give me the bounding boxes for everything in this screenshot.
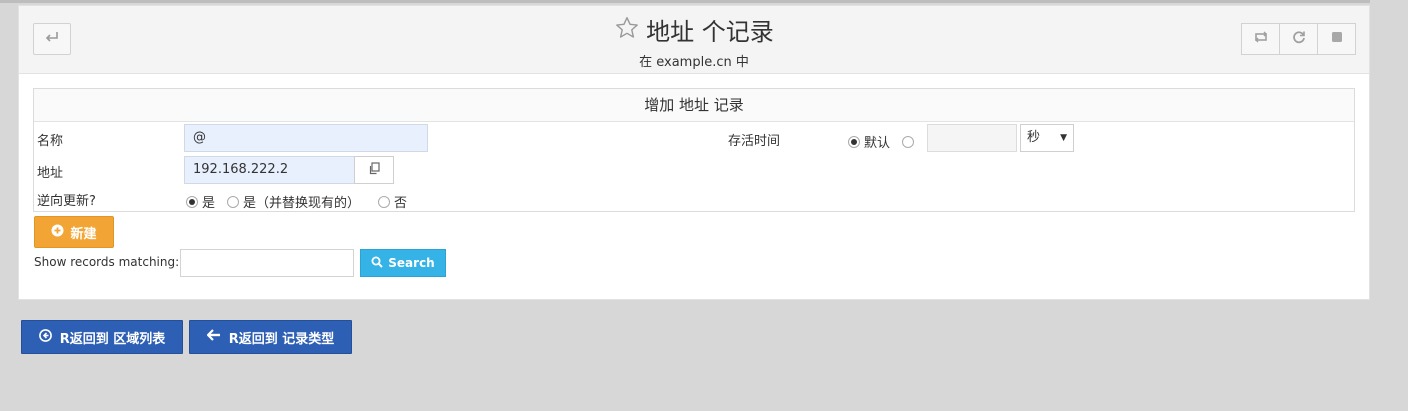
main-panel: 地址 个记录 在 example.cn 中 增加 地址 记录 名称 @ 地址 1… [18, 5, 1370, 300]
ttl-options: 默认 [848, 132, 915, 151]
page-subtitle: 在 example.cn 中 [639, 55, 749, 70]
name-input[interactable]: @ [184, 124, 428, 152]
ttl-custom-radio[interactable] [902, 135, 915, 148]
back-to-record-types-button[interactable]: R返回到 记录类型 [189, 320, 352, 354]
search-input[interactable] [180, 249, 354, 277]
top-strip [0, 0, 1370, 3]
show-matching-label: Show records matching: [34, 255, 180, 269]
copy-icon [368, 161, 381, 179]
reverse-replace-label: 是（并替换现有的） [243, 196, 361, 211]
reverse-yes-label: 是 [202, 196, 216, 211]
address-input[interactable]: 192.168.222.2 [184, 156, 356, 184]
page-title-block: 地址 个记录 在 example.cn 中 [19, 15, 1369, 70]
ttl-input[interactable] [927, 124, 1017, 152]
copy-address-button[interactable] [354, 156, 394, 184]
search-icon [371, 256, 383, 271]
address-label: 地址 [37, 166, 64, 181]
add-record-form: 增加 地址 记录 名称 @ 地址 192.168.222.2 逆向更新? 是 是… [33, 88, 1355, 212]
back-to-zone-list-button[interactable]: R返回到 区域列表 [21, 320, 183, 354]
header-toolbar [1241, 23, 1356, 55]
arrow-circle-left-icon [38, 328, 52, 346]
reverse-update-options: 是 是（并替换现有的） 否 [186, 192, 407, 211]
back-to-zone-list-label: R返回到 区域列表 [59, 331, 166, 347]
ttl-unit-select[interactable]: 秒 ▼ [1020, 124, 1074, 152]
reverse-replace-radio[interactable] [227, 195, 240, 208]
form-title: 增加 地址 记录 [34, 89, 1354, 122]
ttl-default-label: 默认 [864, 136, 891, 151]
stop-icon [1331, 31, 1343, 47]
refresh-pair-icon [1254, 31, 1268, 47]
search-button[interactable]: Search [360, 249, 446, 277]
reload-icon [1292, 30, 1306, 48]
star-icon[interactable] [614, 15, 640, 48]
stop-button[interactable] [1317, 23, 1356, 55]
reverse-no-radio[interactable] [378, 195, 391, 208]
reverse-update-label: 逆向更新? [37, 194, 96, 209]
ttl-default-radio[interactable] [848, 135, 860, 148]
ttl-unit-value: 秒 [1027, 130, 1041, 145]
arrow-left-icon [206, 329, 221, 345]
ttl-label: 存活时间 [728, 134, 781, 149]
panel-header: 地址 个记录 在 example.cn 中 [19, 6, 1369, 74]
search-label: Search [388, 256, 435, 270]
page-title: 地址 个记录 [646, 17, 774, 46]
back-to-record-types-label: R返回到 记录类型 [228, 331, 335, 347]
reload-button[interactable] [1279, 23, 1318, 55]
caret-down-icon: ▼ [1060, 133, 1067, 143]
refresh-pair-button[interactable] [1241, 23, 1280, 55]
new-record-label: 新建 [70, 226, 97, 242]
name-label: 名称 [37, 134, 64, 149]
reverse-yes-radio[interactable] [186, 195, 198, 208]
reverse-no-label: 否 [394, 196, 408, 211]
plus-circle-icon [51, 224, 64, 241]
new-record-button[interactable]: 新建 [34, 216, 114, 248]
